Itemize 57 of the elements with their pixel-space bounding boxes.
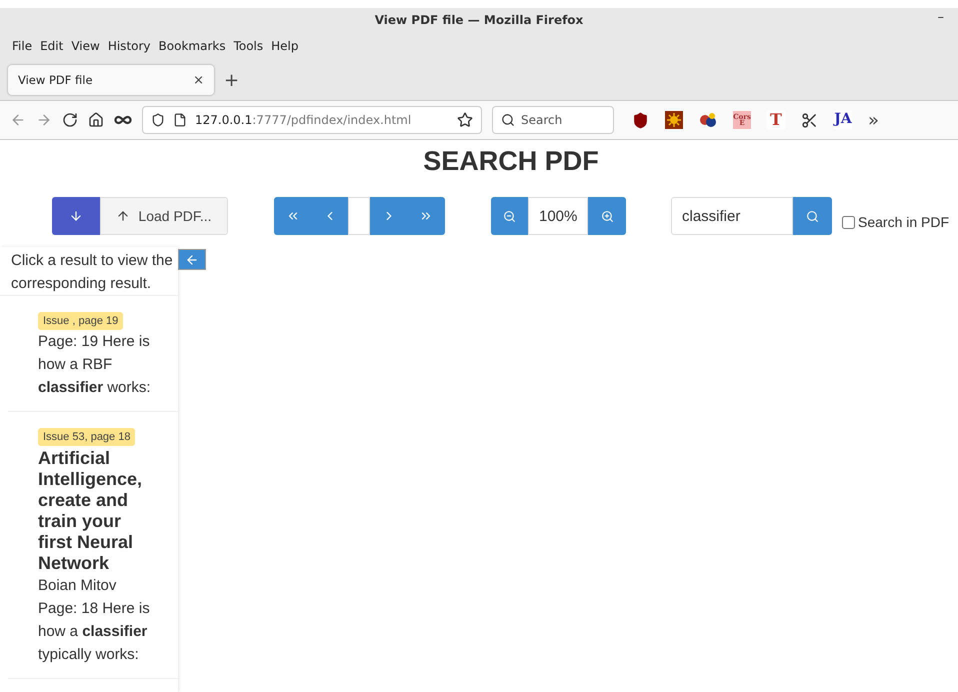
search-result[interactable]: Issue 53, page 18 Artificial Intelligence, create and train your first Neural Network Boian Mitov Page: 18 Here is how a classifier typically works: — [8, 412, 178, 679]
menu-item[interactable]: Help — [271, 39, 298, 53]
page-number-field[interactable] — [348, 197, 370, 235]
zoom-out-button[interactable] — [491, 197, 528, 235]
menu-item[interactable]: Edit — [40, 39, 64, 53]
search-icon — [501, 113, 515, 127]
result-title: Artificial Intelligence, create and train your first Neural Network — [38, 448, 144, 574]
menu-item[interactable]: View — [71, 39, 100, 53]
collapse-sidebar-button[interactable] — [178, 249, 206, 270]
page-heading: SEARCH PDF — [422, 146, 600, 177]
close-tab-button[interactable]: × — [193, 72, 204, 88]
search-icon — [806, 210, 819, 222]
page-icon — [173, 113, 187, 127]
new-tab-button[interactable]: + — [224, 70, 240, 90]
search-result[interactable]: Issue , page 19 Page: 19 Here is how a RBF classifier works: — [8, 296, 178, 412]
search-placeholder: Search — [521, 113, 562, 127]
checkbox[interactable] — [842, 216, 855, 228]
tab-title: View PDF file — [18, 73, 93, 87]
menu-item[interactable]: Tools — [234, 39, 264, 53]
issue-badge: Issue , page 19 — [38, 312, 124, 330]
overflow-button[interactable]: » — [868, 110, 880, 130]
star-icon[interactable] — [457, 112, 473, 128]
url-text: 127.0.0.1:7777/pdfindex/index.html — [195, 113, 412, 127]
menu-item[interactable]: Bookmarks — [158, 39, 226, 53]
download-icon — [69, 209, 83, 223]
shield-icon — [151, 113, 165, 127]
sun-icon[interactable] — [665, 111, 683, 129]
load-pdf-button[interactable]: Load PDF... — [100, 197, 228, 235]
zoom-out-icon — [503, 210, 516, 222]
minimize-button[interactable]: – — [938, 10, 944, 25]
menu-item[interactable]: File — [12, 39, 32, 53]
home-icon[interactable] — [88, 112, 104, 128]
zoom-in-icon — [600, 210, 614, 222]
extension-icon[interactable]: T — [767, 111, 785, 129]
zoom-field[interactable]: 100% — [528, 197, 588, 235]
scissors-icon[interactable] — [801, 112, 818, 128]
upload-icon — [116, 209, 130, 223]
extension-icon[interactable]: JA — [834, 111, 852, 129]
reload-icon[interactable] — [62, 112, 78, 128]
balls-icon[interactable] — [699, 112, 717, 128]
zoom-in-button[interactable] — [588, 197, 626, 235]
shield-icon[interactable] — [632, 112, 649, 128]
menu-item[interactable]: History — [108, 39, 151, 53]
checkbox-label[interactable]: Search in PDF — [858, 214, 950, 230]
browser-tab[interactable]: View PDF file × — [8, 65, 214, 95]
result-author: Boian Mitov — [38, 576, 118, 596]
arrow-left-icon — [185, 252, 199, 266]
search-button[interactable] — [793, 197, 832, 235]
pdf-search-input[interactable]: classifier — [671, 197, 793, 235]
result-snippet: Page: 18 Here is how a classifier typically works: — [38, 599, 151, 665]
issue-badge: Issue 53, page 18 — [38, 428, 136, 446]
result-snippet: Page: 19 Here is how a RBF classifier works: — [38, 332, 152, 398]
back-icon[interactable] — [10, 112, 26, 128]
window-title: View PDF file — Mozilla Firefox — [374, 13, 584, 27]
browser-search-field[interactable]: Search — [492, 106, 614, 134]
forward-icon[interactable] — [36, 112, 52, 128]
url-field[interactable]: 127.0.0.1:7777/pdfindex/index.html — [142, 106, 482, 134]
